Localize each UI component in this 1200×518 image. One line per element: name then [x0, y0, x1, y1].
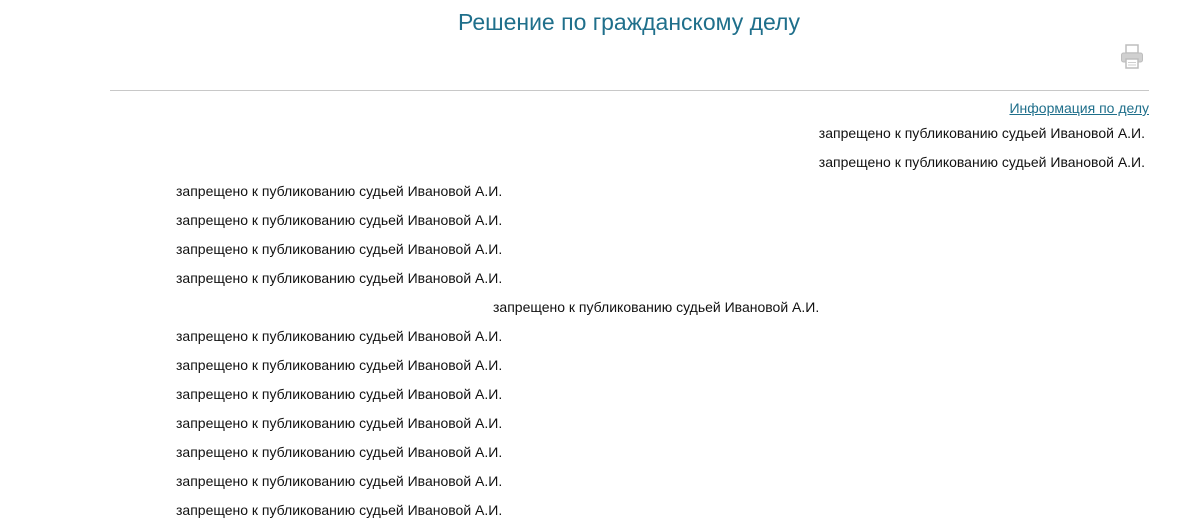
- document-line: запрещено к публикованию судьей Ивановой…: [176, 212, 503, 228]
- document-line: запрещено к публикованию судьей Ивановой…: [176, 183, 503, 199]
- document-line: запрещено к публикованию судьей Ивановой…: [176, 386, 503, 402]
- header-divider: [110, 90, 1149, 91]
- document-line: запрещено к публикованию судьей Ивановой…: [176, 502, 503, 518]
- printer-icon[interactable]: [1120, 44, 1144, 70]
- document-line: запрещено к публикованию судьей Ивановой…: [176, 328, 503, 344]
- document-line: запрещено к публикованию судьей Ивановой…: [176, 357, 503, 373]
- page-title: Решение по гражданскому делу: [458, 9, 800, 35]
- document-line: запрещено к публикованию судьей Ивановой…: [493, 299, 820, 315]
- printer-icon-graphic: [1121, 44, 1143, 69]
- document-line: запрещено к публикованию судьей Ивановой…: [176, 270, 503, 286]
- document-line: запрещено к публикованию судьей Ивановой…: [176, 473, 503, 489]
- case-info-link[interactable]: Информация по делу: [1009, 100, 1149, 116]
- document-line: запрещено к публикованию судьей Ивановой…: [176, 415, 503, 431]
- document-line: запрещено к публикованию судьей Ивановой…: [818, 125, 1145, 141]
- document-line: запрещено к публикованию судьей Ивановой…: [176, 241, 503, 257]
- document-line: запрещено к публикованию судьей Ивановой…: [176, 444, 503, 460]
- document-line: запрещено к публикованию судьей Ивановой…: [818, 154, 1145, 170]
